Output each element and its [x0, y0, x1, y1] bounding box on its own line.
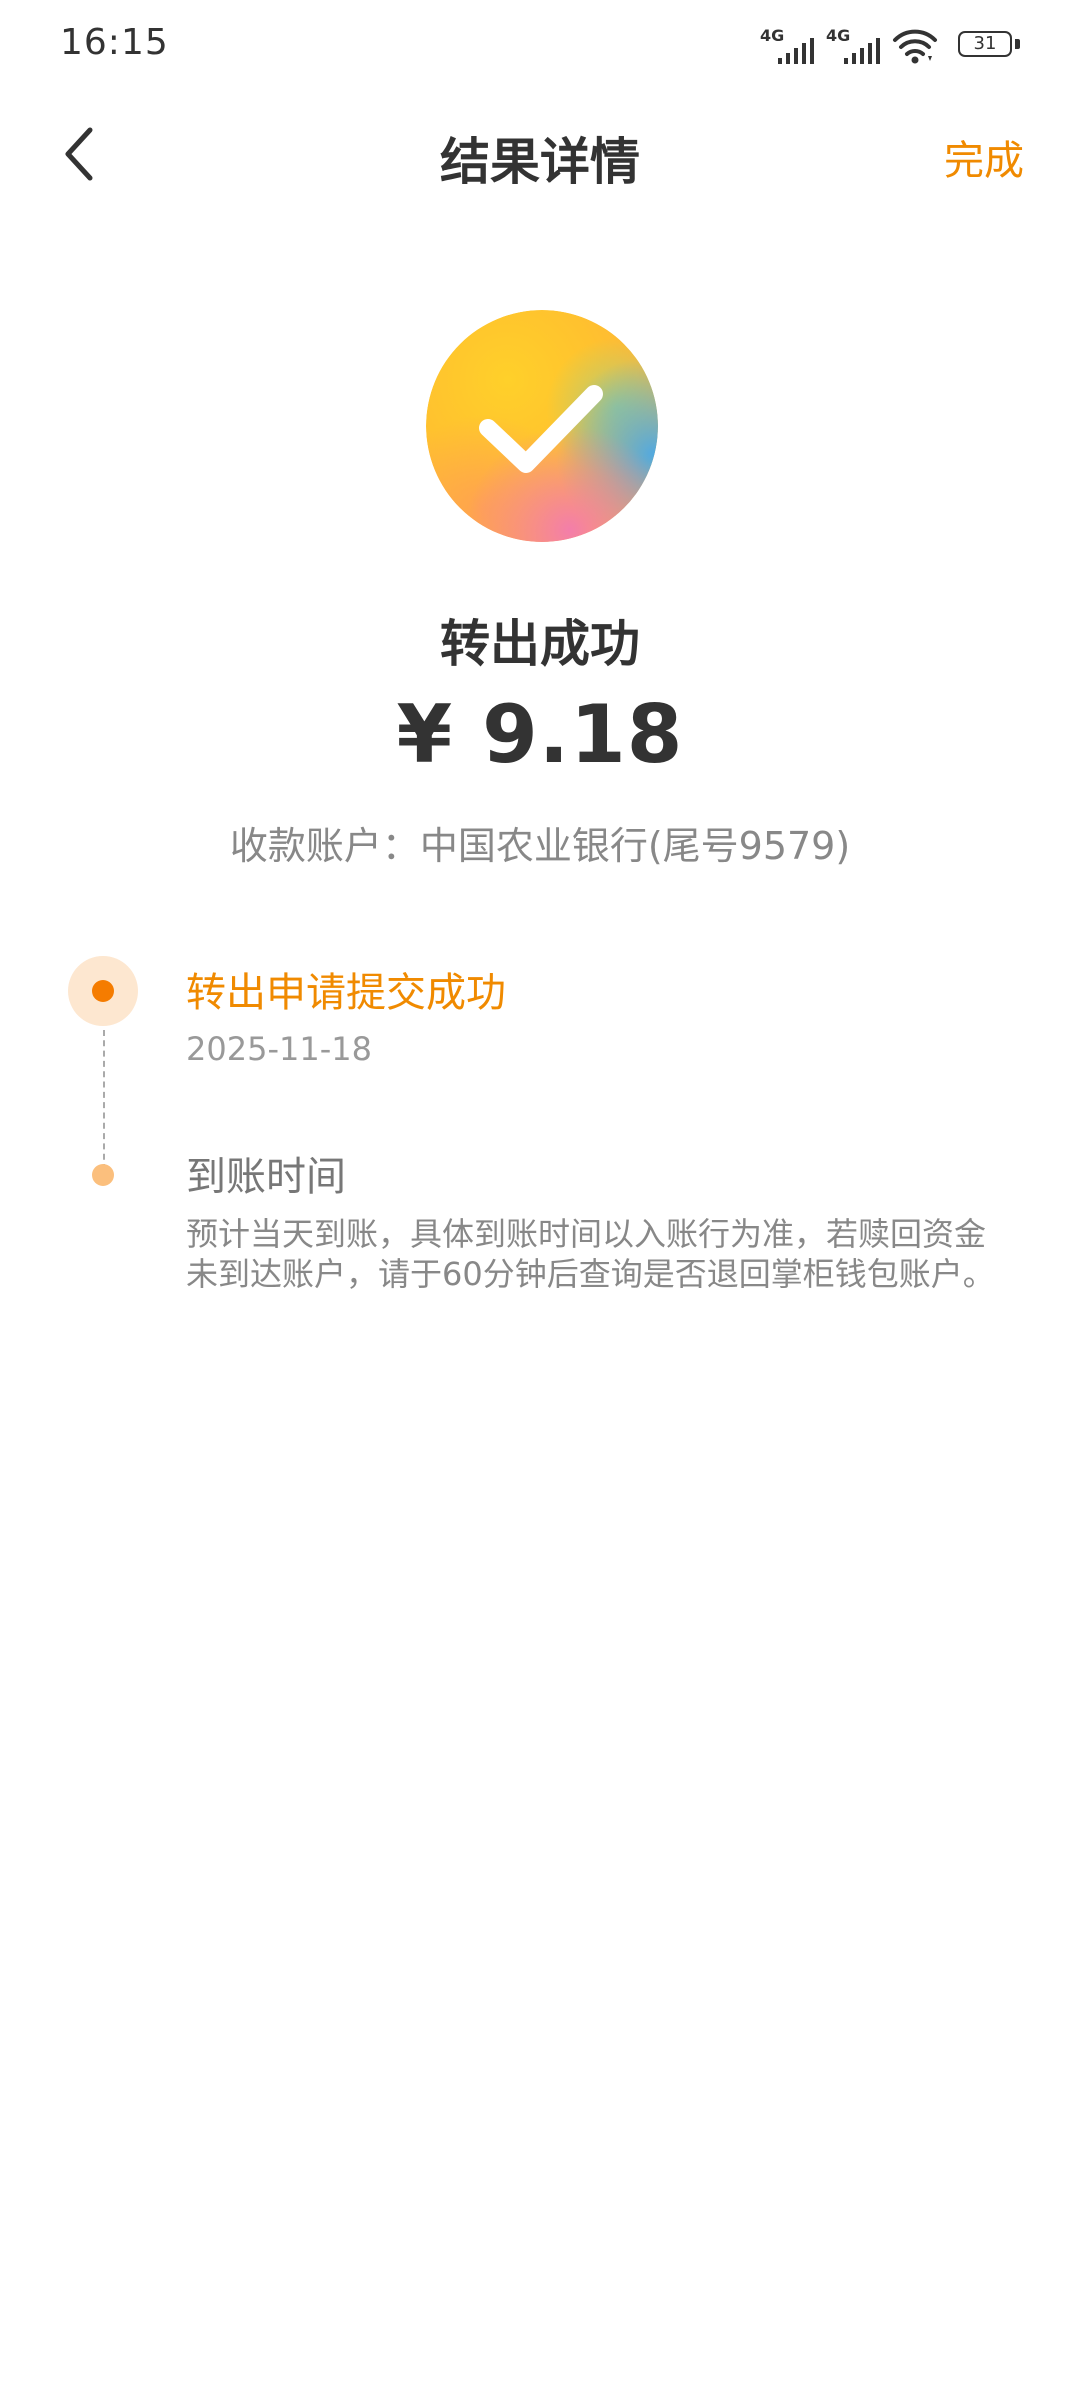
cellular-signal-icon: 4G — [826, 28, 882, 64]
receiving-account: 收款账户：中国农业银行(尾号9579) — [229, 824, 851, 868]
timeline-dot-pending — [92, 1164, 114, 1186]
timeline-dot-active — [92, 980, 114, 1002]
done-button[interactable]: 完成 — [944, 128, 1024, 186]
result-title: 转出成功 — [440, 615, 640, 673]
status-icons: 4G 4G 31 — [760, 26, 1020, 66]
timeline-step-title: 转出申请提交成功 — [186, 970, 506, 1016]
cellular-signal-icon: 4G — [760, 28, 816, 64]
status-bar: 16:15 4G 4G 31 — [0, 0, 1080, 92]
status-time: 16:15 — [60, 22, 169, 63]
transfer-amount: ¥ 9.18 — [396, 688, 684, 781]
timeline-connector — [103, 1030, 105, 1170]
transfer-timeline: 转出申请提交成功 2025-11-18 到账时间 预计当天到账，具体到账时间以入… — [0, 950, 1080, 1350]
timeline-step-description: 预计当天到账，具体到账时间以入账行为准，若赎回资金未到达账户，请于60分钟后查询… — [186, 1215, 995, 1293]
nav-bar: 结果详情 完成 — [0, 92, 1080, 222]
timeline-step-title: 到账时间 — [186, 1154, 346, 1200]
timeline-step-date: 2025-11-18 — [186, 1030, 372, 1068]
battery-level: 31 — [973, 33, 997, 54]
page-title: 结果详情 — [440, 133, 640, 191]
success-check-icon — [426, 310, 658, 542]
battery-icon: 31 — [958, 31, 1020, 61]
wifi-icon — [893, 29, 937, 64]
